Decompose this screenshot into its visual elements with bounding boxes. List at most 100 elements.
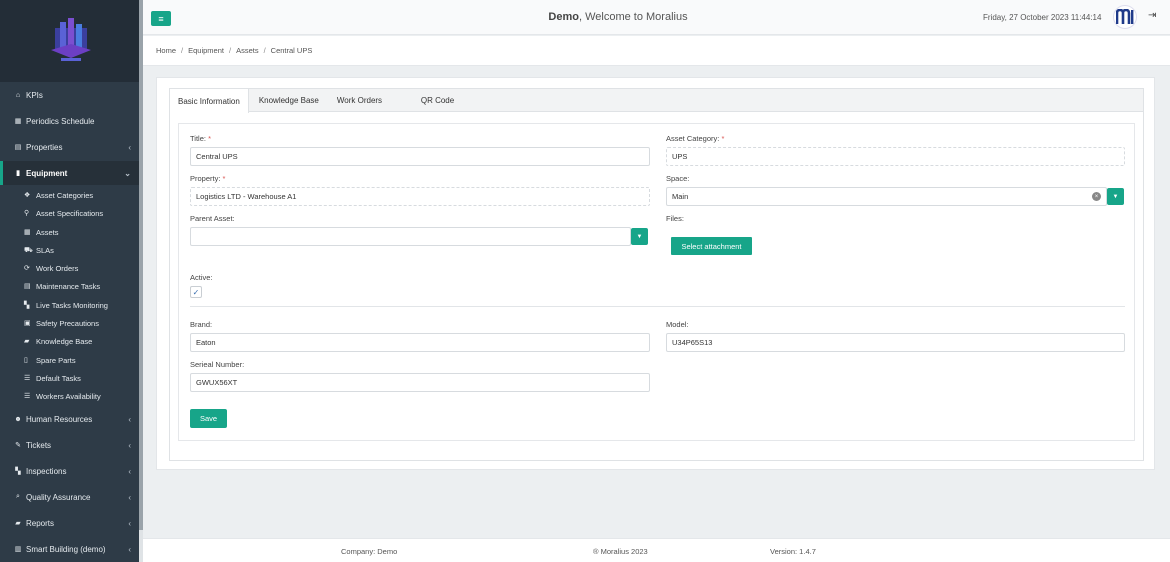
footer-copyright: ® Moralius 2023 [593, 547, 648, 556]
files-label: Files: [666, 214, 684, 223]
model-input[interactable]: U34P65S13 [666, 333, 1125, 352]
sidebar-logo-area [0, 0, 139, 82]
logout-icon[interactable]: ⇥ [1148, 10, 1156, 21]
moralius-m-icon [1116, 9, 1134, 24]
breadcrumb-separator: / [181, 46, 184, 55]
sidebar-subitem-label: Safety Precautions [36, 318, 99, 328]
sidebar-subitem-asset-categories[interactable]: ❖ Asset Categories [0, 186, 139, 204]
welcome-message: Demo, Welcome to Moralius [143, 11, 1093, 23]
serial-number-input[interactable]: GWUX56XT [190, 373, 650, 392]
sidebar-item-reports[interactable]: ▰ Reports ‹ [0, 511, 139, 535]
chart-icon: ▥ [14, 546, 22, 553]
tab-work-orders[interactable]: Work Orders [329, 89, 411, 112]
tab-bar: Basic Information Knowledge Base Work Or… [170, 89, 1143, 113]
property-label: Property: * [190, 174, 225, 183]
sidebar-item-human-resources[interactable]: ☻ Human Resources ‹ [0, 407, 139, 431]
breadcrumb-assets[interactable]: Assets [236, 46, 259, 55]
sidebar-subitem-spare-parts[interactable]: ▯ Spare Parts [0, 351, 139, 369]
parent-asset-dropdown-button[interactable]: ▼ [631, 228, 648, 245]
moralius-logo-icon[interactable] [1113, 5, 1137, 29]
sidebar-subitem-label: Asset Categories [36, 190, 94, 200]
refresh-icon: ⟳ [24, 265, 30, 272]
tabs-container: Basic Information Knowledge Base Work Or… [169, 88, 1144, 461]
sidebar-subitem-slas[interactable]: ⛟ SLAs [0, 241, 139, 259]
parent-asset-select[interactable] [190, 227, 631, 246]
breadcrumb-separator: / [228, 46, 232, 55]
footer-version: Version: 1.4.7 [770, 547, 816, 556]
asset-form: Title: * Central UPS Asset Category: * U… [178, 123, 1135, 441]
sidebar-subitem-work-orders[interactable]: ⟳ Work Orders [0, 259, 139, 277]
brand-input[interactable]: Eaton [190, 333, 650, 352]
sidebar-subitem-asset-specifications[interactable]: ⚲ Asset Specifications [0, 204, 139, 222]
chevron-left-icon: ‹ [128, 142, 131, 152]
sidebar-subitem-label: Work Orders [36, 263, 79, 273]
clear-space-icon[interactable]: × [1092, 192, 1101, 201]
calendar-icon: ▦ [14, 118, 22, 125]
sidebar: ⌂ KPIs ▦ Periodics Schedule ▤ Properties… [0, 0, 139, 562]
sidebar-scrollbar-thumb[interactable] [139, 0, 143, 530]
sidebar-subitem-label: Asset Specifications [36, 208, 104, 218]
sidebar-subitem-label: Assets [36, 227, 59, 237]
briefcase-icon: ▣ [24, 320, 31, 327]
save-button[interactable]: Save [190, 409, 227, 428]
title-input[interactable]: Central UPS [190, 147, 650, 166]
footer-company: Company: Demo [341, 547, 398, 556]
space-select[interactable]: Main [666, 187, 1107, 206]
breadcrumb-home[interactable]: Home [156, 46, 176, 55]
sidebar-subitem-knowledge-base[interactable]: ▰ Knowledge Base [0, 332, 139, 350]
sidebar-subitem-label: Maintenance Tasks [36, 281, 101, 291]
map-icon: ▚ [24, 302, 30, 309]
space-dropdown-button[interactable]: ▼ [1107, 188, 1124, 205]
sidebar-item-label: Tickets [26, 440, 52, 450]
main-panel: Basic Information Knowledge Base Work Or… [156, 77, 1155, 470]
sidebar-item-inspections[interactable]: ▚ Inspections ‹ [0, 459, 139, 483]
asset-category-label-text: Asset Category: [666, 134, 720, 143]
sidebar-item-properties[interactable]: ▤ Properties ‹ [0, 135, 139, 159]
list-icon: ☰ [24, 393, 31, 400]
required-mark: * [208, 134, 211, 143]
footer: Company: Demo ® Moralius 2023 Version: 1… [143, 538, 1170, 562]
sidebar-subitem-assets[interactable]: ▦ Assets [0, 223, 139, 241]
sidebar-subitem-maintenance-tasks[interactable]: ▤ Maintenance Tasks [0, 277, 139, 295]
chevron-down-icon: ⌄ [124, 168, 131, 178]
tab-knowledge-base[interactable]: Knowledge Base [251, 89, 327, 112]
sidebar-subitem-live-tasks-monitoring[interactable]: ▚ Live Tasks Monitoring [0, 296, 139, 314]
space-label: Space: [666, 174, 690, 183]
book-icon: ▰ [15, 520, 21, 527]
sidebar-item-periodics-schedule[interactable]: ▦ Periodics Schedule [0, 109, 139, 133]
chevron-left-icon: ‹ [128, 518, 131, 528]
asset-category-label: Asset Category: * [666, 134, 724, 143]
breadcrumb-equipment[interactable]: Equipment [188, 46, 224, 55]
sidebar-subitem-label: SLAs [36, 245, 54, 255]
welcome-text: , Welcome to Moralius [578, 11, 688, 23]
grid-icon: ▦ [24, 229, 31, 236]
top-header: ≡ Demo, Welcome to Moralius Friday, 27 O… [143, 0, 1170, 35]
ticket-icon: ✎ [15, 442, 21, 449]
parent-asset-label: Parent Asset: [190, 214, 235, 223]
property-select[interactable]: Logistics LTD - Warehouse A1 [190, 187, 650, 206]
select-attachment-button[interactable]: Select attachment [671, 237, 752, 255]
title-label: Title: * [190, 134, 211, 143]
sidebar-subitem-default-tasks[interactable]: ☰ Default Tasks [0, 369, 139, 387]
asset-category-select[interactable]: UPS [666, 147, 1125, 166]
required-mark: * [222, 174, 226, 183]
book-icon: ▰ [24, 338, 30, 345]
sidebar-item-equipment[interactable]: ▮ Equipment ⌄ [0, 161, 139, 185]
building-icon: ▤ [14, 144, 22, 151]
sidebar-subitem-workers-availability[interactable]: ☰ Workers Availability [0, 387, 139, 405]
company-logo-icon[interactable] [51, 18, 91, 62]
sidebar-scrollbar[interactable] [139, 0, 143, 562]
active-checkbox[interactable]: ✓ [190, 286, 202, 298]
list-icon: ☰ [24, 375, 31, 382]
tab-basic-information[interactable]: Basic Information [170, 89, 249, 113]
sidebar-item-kpis[interactable]: ⌂ KPIs [0, 83, 139, 107]
sidebar-item-label: Inspections [26, 466, 67, 476]
required-mark: * [721, 134, 725, 143]
sidebar-item-tickets[interactable]: ✎ Tickets ‹ [0, 433, 139, 457]
sidebar-item-quality-assurance[interactable]: ⌕ Quality Assurance ‹ [0, 485, 139, 509]
home-icon: ⌂ [15, 91, 21, 99]
sidebar-subitem-label: Workers Availability [36, 391, 101, 401]
sidebar-subitem-safety-precautions[interactable]: ▣ Safety Precautions [0, 314, 139, 332]
tab-qr-code[interactable]: QR Code [413, 89, 495, 112]
sidebar-item-smart-building[interactable]: ▥ Smart Building (demo) ‹ [0, 537, 139, 561]
